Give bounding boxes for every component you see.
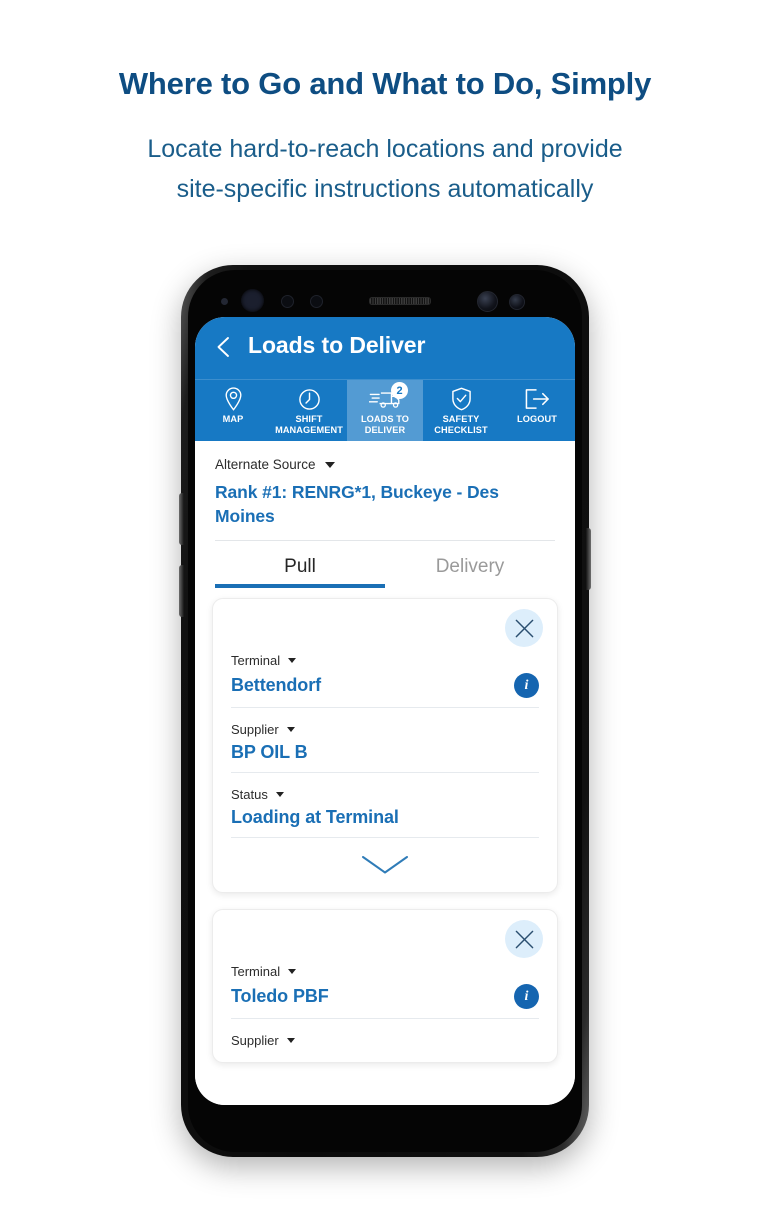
tab-pull-label: Pull bbox=[284, 556, 316, 577]
load-field-row: Supplier BP OIL B bbox=[231, 708, 539, 773]
light-sensor-icon bbox=[310, 295, 323, 308]
supplier-label-row[interactable]: Supplier bbox=[231, 722, 539, 737]
app-bar-title: Loads to Deliver bbox=[248, 332, 426, 358]
tab-delivery[interactable]: Delivery bbox=[385, 543, 555, 588]
caret-down-icon bbox=[286, 727, 295, 732]
iris-scanner-icon bbox=[477, 291, 498, 312]
load-field-row: Terminal Toledo PBF i bbox=[231, 924, 539, 1019]
pull-delivery-tabs: Pull Delivery bbox=[195, 543, 575, 588]
close-icon[interactable] bbox=[505, 920, 543, 958]
tab-loads-to-deliver[interactable]: 2 LOADS TO DELIVER bbox=[347, 380, 423, 441]
page-title: Where to Go and What to Do, Simply bbox=[118, 66, 652, 101]
load-card-list: Terminal Bettendorf i Supplier BP OIL B … bbox=[195, 588, 575, 1063]
proximity-sensor-icon bbox=[281, 295, 294, 308]
volume-down-button[interactable] bbox=[179, 565, 184, 617]
card-spacer bbox=[231, 1048, 539, 1062]
page-subtitle: Locate hard-to-reach locations and provi… bbox=[85, 102, 685, 209]
chevron-left-icon[interactable] bbox=[212, 335, 236, 359]
field-value[interactable]: Toledo PBF bbox=[231, 986, 329, 1007]
tab-delivery-label: Delivery bbox=[435, 556, 505, 577]
terminal-label-row[interactable]: Terminal bbox=[231, 964, 539, 979]
tab-label-loads-to-deliver: LOADS TO DELIVER bbox=[360, 414, 410, 435]
alternate-source-section: Alternate Source Rank #1: RENRG*1, Bucke… bbox=[195, 441, 575, 541]
caret-down-icon bbox=[288, 658, 297, 663]
tab-pull[interactable]: Pull bbox=[215, 543, 385, 588]
led-indicator-icon bbox=[221, 298, 228, 305]
subtitle-line-1: Locate hard-to-reach locations and provi… bbox=[147, 135, 623, 163]
load-field-row: Status Loading at Terminal bbox=[231, 773, 539, 838]
load-field-row: Terminal Bettendorf i bbox=[231, 613, 539, 708]
clock-gauge-icon bbox=[298, 386, 321, 412]
loads-count-badge: 2 bbox=[391, 382, 408, 399]
phone-screen: Loads to Deliver MAP SHIFT MANAGEMENT 2 … bbox=[195, 317, 575, 1105]
promo-header: Where to Go and What to Do, Simply Locat… bbox=[0, 0, 770, 209]
field-label: Terminal bbox=[231, 653, 281, 668]
field-label: Status bbox=[231, 787, 268, 802]
alternate-source-label: Alternate Source bbox=[215, 457, 316, 472]
tab-shift-management[interactable]: SHIFT MANAGEMENT bbox=[271, 380, 347, 441]
alternate-source-value[interactable]: Rank #1: RENRG*1, Buckeye - Des Moines bbox=[215, 480, 555, 528]
close-icon[interactable] bbox=[505, 609, 543, 647]
tab-label-safety-checklist: SAFETY CHECKLIST bbox=[434, 414, 488, 435]
tab-label-shift-management: SHIFT MANAGEMENT bbox=[275, 414, 343, 435]
load-card: Terminal Toledo PBF i Supplier bbox=[212, 909, 558, 1063]
volume-up-button[interactable] bbox=[179, 493, 184, 545]
supplier-value-row: BP OIL B bbox=[231, 737, 539, 773]
load-field-row: Supplier bbox=[231, 1019, 539, 1048]
caret-down-icon bbox=[286, 1038, 295, 1043]
caret-down-icon bbox=[288, 969, 297, 974]
logout-arrow-icon bbox=[525, 386, 550, 412]
status-label-row[interactable]: Status bbox=[231, 787, 539, 802]
alternate-source-label-row[interactable]: Alternate Source bbox=[215, 457, 555, 472]
caret-down-icon bbox=[324, 461, 335, 468]
field-value[interactable]: BP OIL B bbox=[231, 742, 308, 763]
tab-bar: MAP SHIFT MANAGEMENT 2 LOADS TO DELIVER … bbox=[195, 379, 575, 441]
subtitle-line-2: site-specific instructions automatically bbox=[176, 175, 594, 203]
supplier-label-row[interactable]: Supplier bbox=[231, 1033, 539, 1048]
power-button[interactable] bbox=[586, 528, 591, 590]
app-content: Alternate Source Rank #1: RENRG*1, Bucke… bbox=[195, 441, 575, 1105]
field-label: Terminal bbox=[231, 964, 281, 979]
status-value-row: Loading at Terminal bbox=[231, 802, 539, 838]
terminal-value-row: Toledo PBF i bbox=[231, 979, 539, 1019]
shield-check-icon bbox=[451, 386, 472, 412]
tab-label-map: MAP bbox=[222, 414, 244, 424]
tab-map[interactable]: MAP bbox=[195, 380, 271, 441]
caret-down-icon bbox=[275, 792, 284, 797]
phone-mockup: Loads to Deliver MAP SHIFT MANAGEMENT 2 … bbox=[179, 265, 591, 1157]
earpiece-speaker-icon bbox=[369, 297, 431, 305]
chevron-down-icon bbox=[362, 856, 408, 874]
map-pin-icon bbox=[223, 386, 244, 412]
tab-pull-indicator bbox=[215, 584, 385, 588]
tab-label-logout: LOGOUT bbox=[517, 414, 557, 424]
field-value[interactable]: Loading at Terminal bbox=[231, 807, 399, 828]
tab-safety-checklist[interactable]: SAFETY CHECKLIST bbox=[423, 380, 499, 441]
tab-logout[interactable]: LOGOUT bbox=[499, 380, 575, 441]
info-circle-icon[interactable]: i bbox=[514, 673, 539, 698]
field-label: Supplier bbox=[231, 722, 279, 737]
load-card: Terminal Bettendorf i Supplier BP OIL B … bbox=[212, 598, 558, 893]
divider bbox=[215, 540, 555, 541]
front-camera-icon bbox=[241, 289, 264, 312]
terminal-label-row[interactable]: Terminal bbox=[231, 653, 539, 668]
secondary-sensor-icon bbox=[509, 294, 525, 310]
field-value[interactable]: Bettendorf bbox=[231, 675, 321, 696]
info-circle-icon[interactable]: i bbox=[514, 984, 539, 1009]
expand-card-button[interactable] bbox=[231, 838, 539, 892]
terminal-value-row: Bettendorf i bbox=[231, 668, 539, 708]
field-label: Supplier bbox=[231, 1033, 279, 1048]
app-bar: Loads to Deliver bbox=[195, 317, 575, 379]
